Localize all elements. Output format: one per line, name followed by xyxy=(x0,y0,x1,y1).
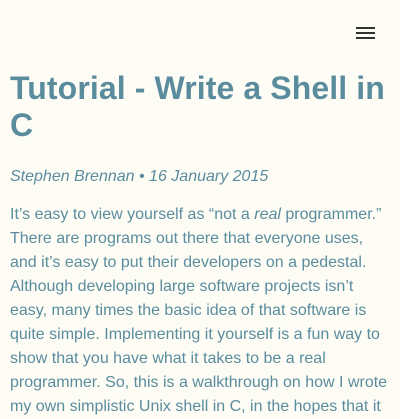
post-paragraph: It’s easy to view yourself as “not a rea… xyxy=(10,203,390,419)
post-author: Stephen Brennan xyxy=(10,168,135,185)
top-bar xyxy=(0,0,400,66)
paragraph-text: programmer.” There are programs out ther… xyxy=(10,206,388,415)
post-title: Tutorial - Write a Shell in C xyxy=(10,70,385,143)
post-date: 16 January 2015 xyxy=(149,168,269,185)
menu-line xyxy=(356,32,375,34)
paragraph-emphasis: real xyxy=(254,206,281,223)
menu-line xyxy=(356,27,375,29)
menu-line xyxy=(356,37,375,39)
post-byline: Stephen Brennan • 16 January 2015 xyxy=(10,167,390,187)
hamburger-menu-icon[interactable] xyxy=(352,22,380,44)
byline-separator: • xyxy=(134,168,150,185)
paragraph-text: It’s easy to view yourself as “not a xyxy=(10,206,255,223)
article: Tutorial - Write a Shell in C Stephen Br… xyxy=(10,70,390,419)
